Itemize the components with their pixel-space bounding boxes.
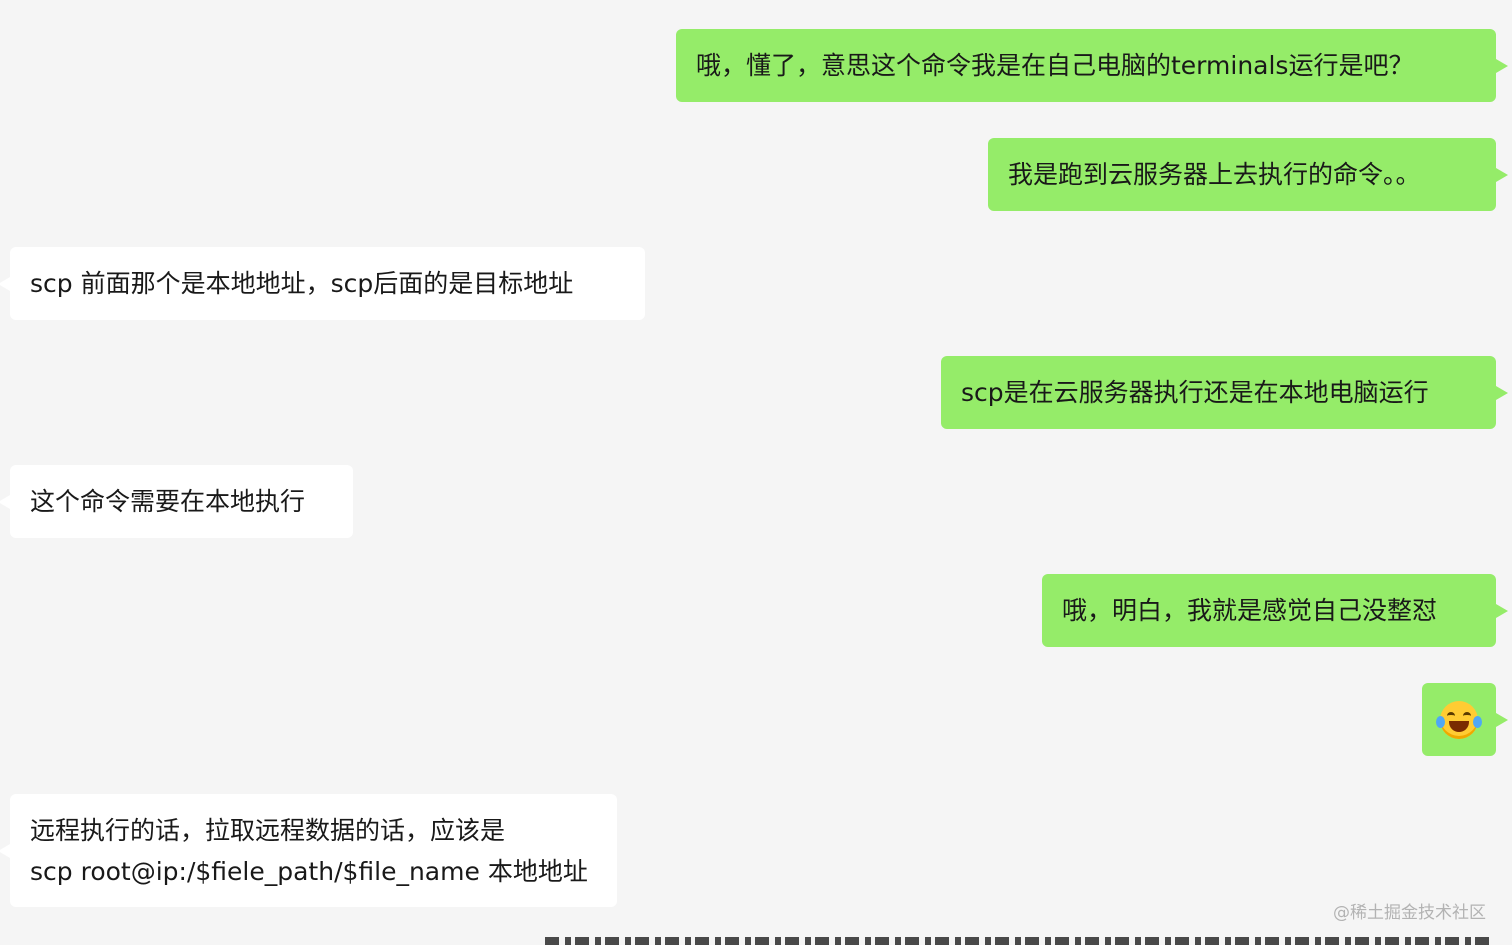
message-text: scp是在云服务器执行还是在本地电脑运行 — [961, 378, 1429, 407]
sent-message-bubble[interactable]: 哦，明白，我就是感觉自己没整怼 — [1042, 574, 1508, 647]
received-message-bubble[interactable]: 这个命令需要在本地执行 — [0, 465, 353, 538]
message-text: scp 前面那个是本地地址，scp后面的是目标地址 — [30, 269, 574, 298]
chat-message-list: 哦，懂了，意思这个命令我是在自己电脑的terminals运行是吧？ 我是跑到云服… — [0, 0, 1512, 945]
eye-left — [1447, 711, 1455, 720]
cutoff-text-fragment — [545, 937, 1490, 945]
received-message-bubble[interactable]: scp 前面那个是本地地址，scp后面的是目标地址 — [0, 247, 645, 320]
sent-emoji-bubble[interactable] — [1422, 683, 1508, 756]
sent-message-bubble[interactable]: 我是跑到云服务器上去执行的命令。。 — [988, 138, 1508, 211]
tear-left — [1436, 715, 1445, 728]
mouth — [1449, 720, 1469, 732]
message-text: 我是跑到云服务器上去执行的命令。。 — [1008, 160, 1421, 189]
message-text: 哦，懂了，意思这个命令我是在自己电脑的terminals运行是吧？ — [696, 51, 1414, 80]
message-text: 哦，明白，我就是感觉自己没整怼 — [1062, 596, 1438, 625]
message-text-line: 远程执行的话，拉取远程数据的话，应该是 — [30, 815, 506, 845]
tears-of-joy-emoji-icon — [1436, 700, 1482, 739]
received-message-bubble[interactable]: 远程执行的话，拉取远程数据的话，应该是 scp root@ip:/$fiele_… — [0, 794, 617, 907]
sent-message-bubble[interactable]: scp是在云服务器执行还是在本地电脑运行 — [941, 356, 1508, 429]
watermark: @稀土掘金技术社区 — [1333, 903, 1486, 923]
eye-right — [1463, 711, 1471, 720]
sent-message-bubble[interactable]: 哦，懂了，意思这个命令我是在自己电脑的terminals运行是吧？ — [676, 29, 1508, 102]
tear-right — [1473, 715, 1482, 728]
message-text-line: scp root@ip:/$fiele_path/$file_name 本地地址 — [30, 856, 588, 886]
message-text: 这个命令需要在本地执行 — [30, 487, 306, 516]
